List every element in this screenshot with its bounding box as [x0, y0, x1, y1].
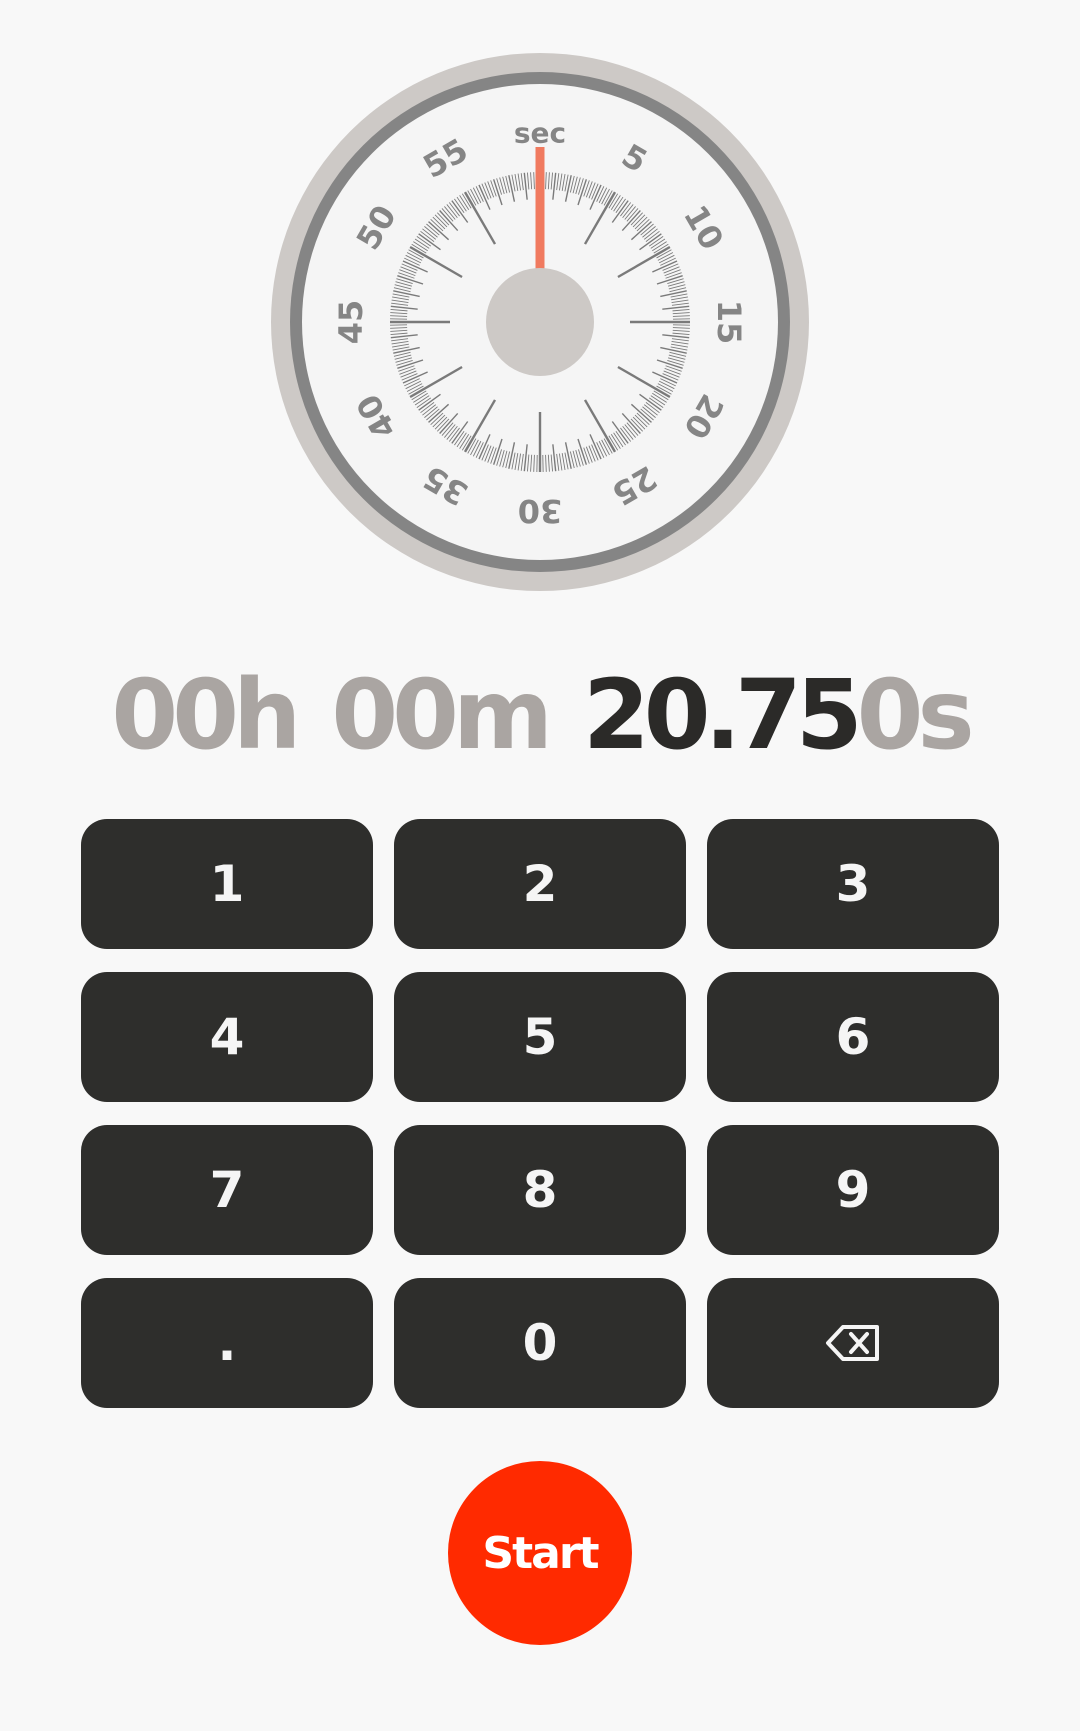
minutes-unit: m [452, 659, 553, 771]
key-3[interactable]: 3 [707, 819, 999, 949]
key-7[interactable]: 7 [81, 1125, 373, 1255]
key-4[interactable]: 4 [81, 972, 373, 1102]
dial-number: 15 [710, 300, 748, 345]
dial-number: 45 [332, 300, 370, 345]
minutes-value: 00 [331, 659, 459, 771]
seconds-unit: s [917, 659, 974, 771]
dial-unit-label: sec [514, 117, 566, 150]
key-1[interactable]: 1 [81, 819, 373, 949]
hours-value: 00 [111, 659, 239, 771]
hours-unit: h [233, 659, 301, 771]
seconds-dial-face: 510152025303540455055 sec [271, 53, 809, 591]
key-8[interactable]: 8 [394, 1125, 686, 1255]
key-0[interactable]: 0 [394, 1278, 686, 1408]
key-2[interactable]: 2 [394, 819, 686, 949]
key-5[interactable]: 5 [394, 972, 686, 1102]
seconds-dial[interactable]: 5 10 15 20 25 30 35 40 45 50 55 sec [270, 52, 810, 592]
number-keypad: 1 2 3 4 5 6 7 8 9 . 0 [81, 819, 999, 1408]
seconds-entered-value: 20.75 [582, 659, 863, 771]
key-decimal[interactable]: . [81, 1278, 373, 1408]
dial-number: 30 [518, 492, 563, 530]
key-6[interactable]: 6 [707, 972, 999, 1102]
backspace-icon [826, 1325, 879, 1361]
time-readout: 00h 00m 20.750s [0, 655, 1080, 775]
key-9[interactable]: 9 [707, 1125, 999, 1255]
start-button[interactable]: Start [448, 1461, 632, 1645]
backspace-button[interactable] [707, 1278, 999, 1408]
seconds-pending-value: 0 [856, 659, 924, 771]
dial-hub [486, 268, 594, 376]
